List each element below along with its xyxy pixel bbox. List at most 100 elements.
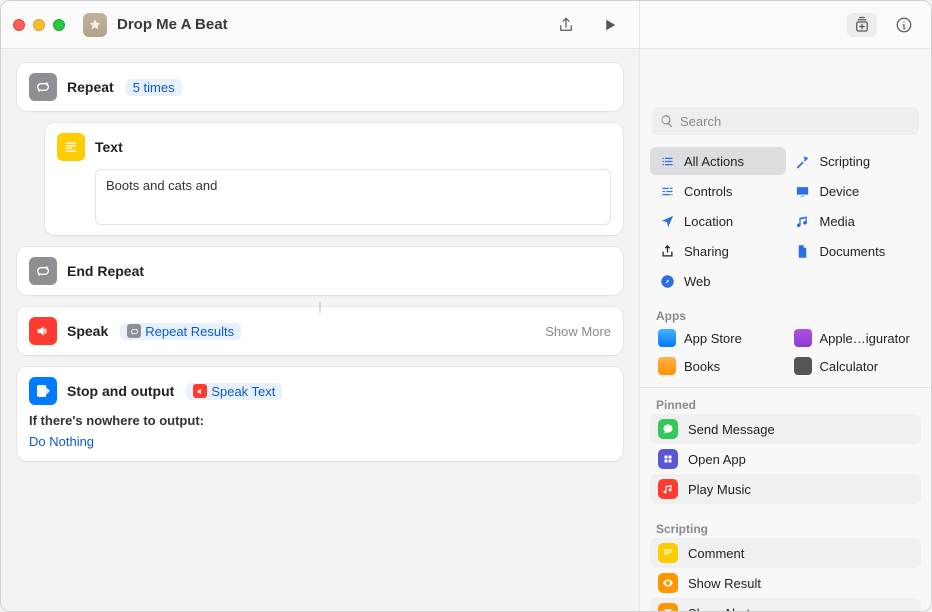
app-icon	[794, 329, 812, 347]
close-button[interactable]	[13, 19, 25, 31]
fallback-question: If there's nowhere to output:	[29, 413, 611, 428]
location-icon	[658, 212, 676, 230]
action-title: Text	[95, 139, 123, 155]
search-placeholder: Search	[680, 114, 721, 129]
alert-icon	[658, 603, 678, 611]
repeat-icon	[29, 257, 57, 285]
app-label: App Store	[684, 331, 742, 346]
action-title: Stop and output	[67, 383, 174, 399]
category-all-actions[interactable]: All Actions	[650, 147, 786, 175]
category-label: Scripting	[820, 154, 871, 169]
action-label: Show Result	[688, 576, 761, 591]
pinned-list: Send Message Open App Play Music	[640, 414, 931, 516]
run-button[interactable]	[597, 12, 623, 38]
safari-icon	[658, 272, 676, 290]
app-icon	[658, 449, 678, 469]
category-location[interactable]: Location	[650, 207, 786, 235]
document-title: Drop Me A Beat	[117, 16, 228, 33]
show-more-button[interactable]: Show More	[545, 324, 611, 339]
app-label: Books	[684, 359, 720, 374]
app-item[interactable]: Calculator	[786, 353, 922, 379]
category-label: Media	[820, 214, 855, 229]
section-apps: Apps	[640, 303, 931, 325]
action-title: Repeat	[67, 79, 114, 95]
action-label: Open App	[688, 452, 746, 467]
action-repeat[interactable]: Repeat 5 times	[17, 63, 623, 111]
doc-icon	[794, 242, 812, 260]
category-label: All Actions	[684, 154, 744, 169]
action-label: Play Music	[688, 482, 751, 497]
app-label: Calculator	[820, 359, 879, 374]
action-item[interactable]: Open App	[650, 444, 921, 474]
app-label: Apple…igurator	[820, 331, 910, 346]
share-button[interactable]	[553, 12, 579, 38]
action-stop-output[interactable]: Stop and output Speak Text If there's no…	[17, 367, 623, 461]
section-scripting: Scripting	[640, 516, 931, 538]
action-item[interactable]: Show Alert	[650, 598, 921, 611]
category-media[interactable]: Media	[786, 207, 922, 235]
category-documents[interactable]: Documents	[786, 237, 922, 265]
app-icon	[658, 329, 676, 347]
music-icon	[794, 212, 812, 230]
category-grid: All Actions Scripting Controls Device Locati…	[640, 145, 931, 303]
eye-icon	[658, 573, 678, 593]
text-icon	[57, 133, 85, 161]
category-device[interactable]: Device	[786, 177, 922, 205]
apps-grid: App Store Apple…igurator Books Calculator	[640, 325, 931, 383]
action-item[interactable]: Send Message	[650, 414, 921, 444]
msg-icon	[658, 419, 678, 439]
output-variable-token[interactable]: Speak Text	[186, 383, 282, 400]
token-label: Repeat Results	[145, 324, 234, 339]
list-icon	[658, 152, 676, 170]
category-web[interactable]: Web	[650, 267, 786, 295]
fallback-choice[interactable]: Do Nothing	[29, 432, 94, 451]
app-item[interactable]: Apple…igurator	[786, 325, 922, 351]
output-icon	[29, 377, 57, 405]
shortcut-app-icon	[83, 13, 107, 37]
text-icon	[658, 543, 678, 563]
category-label: Web	[684, 274, 711, 289]
action-text[interactable]: Text Boots and cats and	[45, 123, 623, 235]
fullscreen-button[interactable]	[53, 19, 65, 31]
repeat-count-token[interactable]: 5 times	[126, 79, 182, 96]
speaker-icon	[29, 317, 57, 345]
action-item[interactable]: Play Music	[650, 474, 921, 504]
share-icon	[658, 242, 676, 260]
category-sharing[interactable]: Sharing	[650, 237, 786, 265]
library-toolbar	[639, 1, 931, 49]
app-item[interactable]: App Store	[650, 325, 786, 351]
repeat-icon	[29, 73, 57, 101]
app-icon	[658, 357, 676, 375]
window-controls	[13, 19, 65, 31]
action-label: Send Message	[688, 422, 775, 437]
display-icon	[794, 182, 812, 200]
category-label: Device	[820, 184, 860, 199]
category-controls[interactable]: Controls	[650, 177, 786, 205]
repeat-mini-icon	[127, 324, 141, 338]
workflow-editor[interactable]: Repeat 5 times Text Boots and cats and	[1, 49, 639, 611]
category-scripting[interactable]: Scripting	[786, 147, 922, 175]
app-item[interactable]: Books	[650, 353, 786, 379]
library-toggle-button[interactable]	[847, 13, 877, 37]
action-label: Comment	[688, 546, 744, 561]
music-icon	[658, 479, 678, 499]
action-item[interactable]: Comment	[650, 538, 921, 568]
action-end-repeat[interactable]: End Repeat	[17, 247, 623, 295]
speak-variable-token[interactable]: Repeat Results	[120, 323, 241, 340]
action-speak[interactable]: Speak Repeat Results Show More	[17, 307, 623, 355]
category-label: Sharing	[684, 244, 729, 259]
text-input-field[interactable]: Boots and cats and	[95, 169, 611, 225]
sliders-icon	[658, 182, 676, 200]
action-title: End Repeat	[67, 263, 144, 279]
category-label: Location	[684, 214, 733, 229]
action-item[interactable]: Show Result	[650, 568, 921, 598]
app-icon	[794, 357, 812, 375]
search-field[interactable]: Search	[652, 107, 919, 135]
divider	[640, 387, 931, 388]
info-button[interactable]	[891, 12, 917, 38]
minimize-button[interactable]	[33, 19, 45, 31]
speaker-mini-icon	[193, 384, 207, 398]
search-icon	[660, 114, 674, 128]
category-label: Documents	[820, 244, 886, 259]
category-label: Controls	[684, 184, 732, 199]
